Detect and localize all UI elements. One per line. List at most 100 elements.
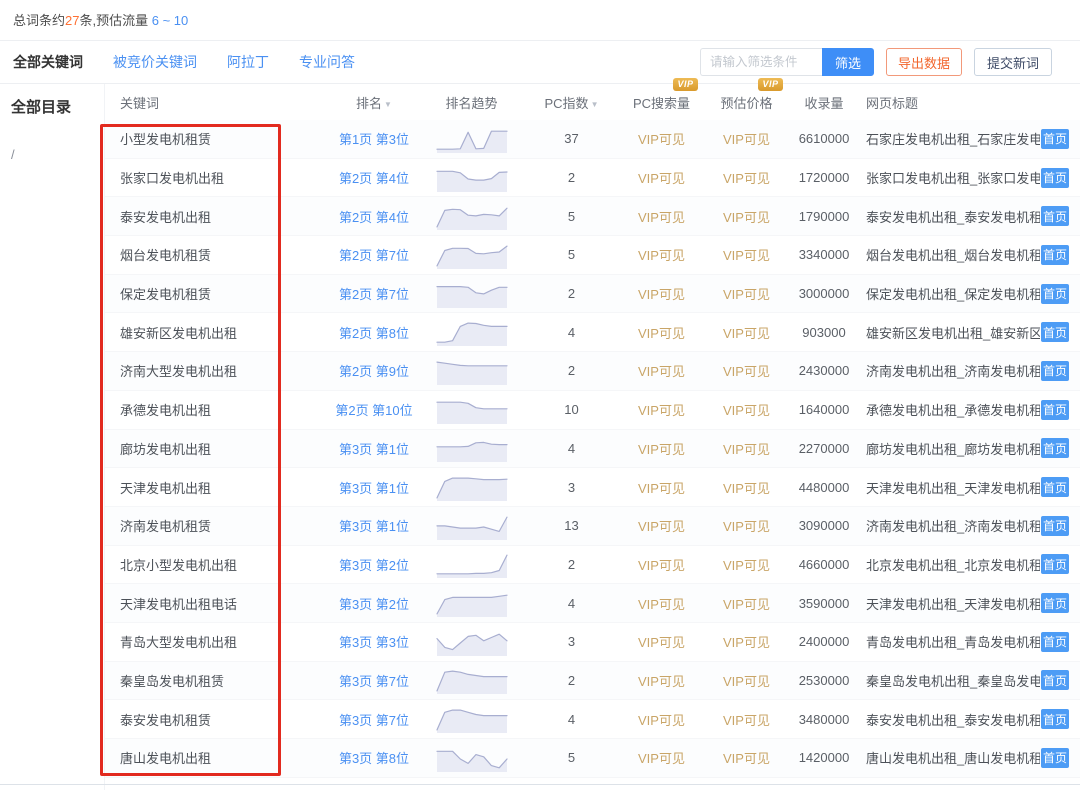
- home-page-badge[interactable]: 首页: [1041, 322, 1069, 342]
- page-title-text[interactable]: 张家口发电机出租_张家口发电机: [866, 168, 1040, 187]
- home-page-badge[interactable]: 首页: [1041, 516, 1069, 536]
- pc-search-vip-cell[interactable]: VIP可见: [619, 323, 704, 342]
- filter-input[interactable]: [700, 48, 822, 76]
- rank-link[interactable]: 第2页 第7位: [329, 245, 419, 264]
- page-title-text[interactable]: 雄安新区发电机出租_雄安新区: [866, 323, 1040, 342]
- est-price-vip-cell[interactable]: VIP可见: [704, 748, 789, 767]
- pc-search-vip-cell[interactable]: VIP可见: [619, 671, 704, 690]
- rank-link[interactable]: 第3页 第2位: [329, 555, 419, 574]
- page-title-text[interactable]: 烟台发电机出租_烟台发电机租: [866, 245, 1040, 264]
- pc-search-vip-cell[interactable]: VIP可见: [619, 710, 704, 729]
- export-data-button[interactable]: 导出数据: [886, 48, 962, 76]
- est-price-vip-cell[interactable]: VIP可见: [704, 323, 789, 342]
- est-price-vip-cell[interactable]: VIP可见: [704, 400, 789, 419]
- pc-search-vip-cell[interactable]: VIP可见: [619, 594, 704, 613]
- col-header-pc-index[interactable]: PC指数▼: [524, 93, 619, 112]
- home-page-badge[interactable]: 首页: [1041, 438, 1069, 458]
- page-title-text[interactable]: 石家庄发电机出租_石家庄发电机: [866, 129, 1040, 148]
- pc-search-vip-cell[interactable]: VIP可见: [619, 478, 704, 497]
- tab-3[interactable]: 专业问答: [299, 52, 355, 72]
- pc-search-vip-cell[interactable]: VIP可见: [619, 632, 704, 651]
- pc-search-vip-cell[interactable]: VIP可见: [619, 361, 704, 380]
- est-price-vip-cell[interactable]: VIP可见: [704, 478, 789, 497]
- page-title-text[interactable]: 泰安发电机出租_泰安发电机租: [866, 207, 1040, 226]
- est-price-vip-cell[interactable]: VIP可见: [704, 245, 789, 264]
- pc-search-vip-cell[interactable]: VIP可见: [619, 516, 704, 535]
- home-page-badge[interactable]: 首页: [1041, 245, 1069, 265]
- rank-link[interactable]: 第2页 第10位: [329, 400, 419, 419]
- pc-search-vip-cell[interactable]: VIP可见: [619, 129, 704, 148]
- page-title-text[interactable]: 北京发电机出租_北京发电机租: [866, 555, 1040, 574]
- pc-search-vip-cell[interactable]: VIP可见: [619, 748, 704, 767]
- rank-link[interactable]: 第3页 第1位: [329, 439, 419, 458]
- pc-search-vip-cell[interactable]: VIP可见: [619, 207, 704, 226]
- rank-link[interactable]: 第3页 第7位: [329, 710, 419, 729]
- home-page-badge[interactable]: 首页: [1041, 709, 1069, 729]
- rank-link[interactable]: 第3页 第2位: [329, 594, 419, 613]
- rank-link[interactable]: 第3页 第1位: [329, 516, 419, 535]
- rank-link[interactable]: 第3页 第7位: [329, 671, 419, 690]
- pc-search-vip-cell[interactable]: VIP可见: [619, 245, 704, 264]
- home-page-badge[interactable]: 首页: [1041, 477, 1069, 497]
- home-page-badge[interactable]: 首页: [1041, 129, 1069, 149]
- rank-link[interactable]: 第3页 第8位: [329, 748, 419, 767]
- page-title-text[interactable]: 承德发电机出租_承德发电机租: [866, 400, 1040, 419]
- col-header-est-price: 预估价格 VIP: [704, 93, 789, 112]
- est-price-vip-cell[interactable]: VIP可见: [704, 516, 789, 535]
- est-price-vip-cell[interactable]: VIP可见: [704, 555, 789, 574]
- home-page-badge[interactable]: 首页: [1041, 206, 1069, 226]
- est-price-vip-cell[interactable]: VIP可见: [704, 284, 789, 303]
- page-title-text[interactable]: 济南发电机出租_济南发电机租: [866, 361, 1040, 380]
- est-price-vip-cell[interactable]: VIP可见: [704, 439, 789, 458]
- page-title-text[interactable]: 保定发电机出租_保定发电机租: [866, 284, 1040, 303]
- est-price-vip-cell[interactable]: VIP可见: [704, 129, 789, 148]
- home-page-badge[interactable]: 首页: [1041, 632, 1069, 652]
- est-price-vip-cell[interactable]: VIP可见: [704, 710, 789, 729]
- col-header-rank[interactable]: 排名▼: [329, 93, 419, 112]
- pc-search-vip-cell[interactable]: VIP可见: [619, 168, 704, 187]
- est-price-vip-cell[interactable]: VIP可见: [704, 632, 789, 651]
- rank-link[interactable]: 第1页 第3位: [329, 129, 419, 148]
- page-title-text[interactable]: 秦皇岛发电机出租_秦皇岛发电: [866, 671, 1040, 690]
- tab-1[interactable]: 被竞价关键词: [113, 52, 197, 72]
- est-price-vip-cell[interactable]: VIP可见: [704, 594, 789, 613]
- submit-new-word-button[interactable]: 提交新词: [974, 48, 1052, 76]
- rank-link[interactable]: 第2页 第4位: [329, 207, 419, 226]
- pc-search-vip-cell[interactable]: VIP可见: [619, 284, 704, 303]
- page-title-text[interactable]: 济南发电机出租_济南发电机租: [866, 516, 1040, 535]
- home-page-badge[interactable]: 首页: [1041, 670, 1069, 690]
- filter-button[interactable]: 筛选: [822, 48, 874, 76]
- est-price-vip-cell[interactable]: VIP可见: [704, 207, 789, 226]
- pc-index-cell: 5: [524, 750, 619, 765]
- page-title-text[interactable]: 唐山发电机出租_唐山发电机租: [866, 748, 1040, 767]
- inclusion-cell: 1720000: [789, 170, 859, 185]
- home-page-badge[interactable]: 首页: [1041, 554, 1069, 574]
- home-page-badge[interactable]: 首页: [1041, 284, 1069, 304]
- rank-link[interactable]: 第2页 第9位: [329, 361, 419, 380]
- inclusion-cell: 1640000: [789, 402, 859, 417]
- est-price-vip-cell[interactable]: VIP可见: [704, 671, 789, 690]
- page-title-text[interactable]: 天津发电机出租_天津发电机租: [866, 478, 1040, 497]
- page-title-text[interactable]: 泰安发电机出租_泰安发电机租: [866, 710, 1040, 729]
- rank-link[interactable]: 第3页 第3位: [329, 632, 419, 651]
- sidebar-item-root[interactable]: /: [11, 147, 104, 162]
- home-page-badge[interactable]: 首页: [1041, 593, 1069, 613]
- page-title-text[interactable]: 青岛发电机出租_青岛发电机租: [866, 632, 1040, 651]
- pc-search-vip-cell[interactable]: VIP可见: [619, 555, 704, 574]
- est-price-vip-cell[interactable]: VIP可见: [704, 168, 789, 187]
- home-page-badge[interactable]: 首页: [1041, 361, 1069, 381]
- pc-search-vip-cell[interactable]: VIP可见: [619, 400, 704, 419]
- rank-link[interactable]: 第3页 第1位: [329, 478, 419, 497]
- home-page-badge[interactable]: 首页: [1041, 400, 1069, 420]
- rank-link[interactable]: 第2页 第7位: [329, 284, 419, 303]
- home-page-badge[interactable]: 首页: [1041, 168, 1069, 188]
- est-price-vip-cell[interactable]: VIP可见: [704, 361, 789, 380]
- pc-search-vip-cell[interactable]: VIP可见: [619, 439, 704, 458]
- page-title-text[interactable]: 天津发电机出租_天津发电机租: [866, 594, 1040, 613]
- home-page-badge[interactable]: 首页: [1041, 748, 1069, 768]
- tab-2[interactable]: 阿拉丁: [227, 52, 269, 72]
- rank-link[interactable]: 第2页 第8位: [329, 323, 419, 342]
- page-title-text[interactable]: 廊坊发电机出租_廊坊发电机租: [866, 439, 1040, 458]
- tab-0[interactable]: 全部关键词: [13, 52, 83, 72]
- rank-link[interactable]: 第2页 第4位: [329, 168, 419, 187]
